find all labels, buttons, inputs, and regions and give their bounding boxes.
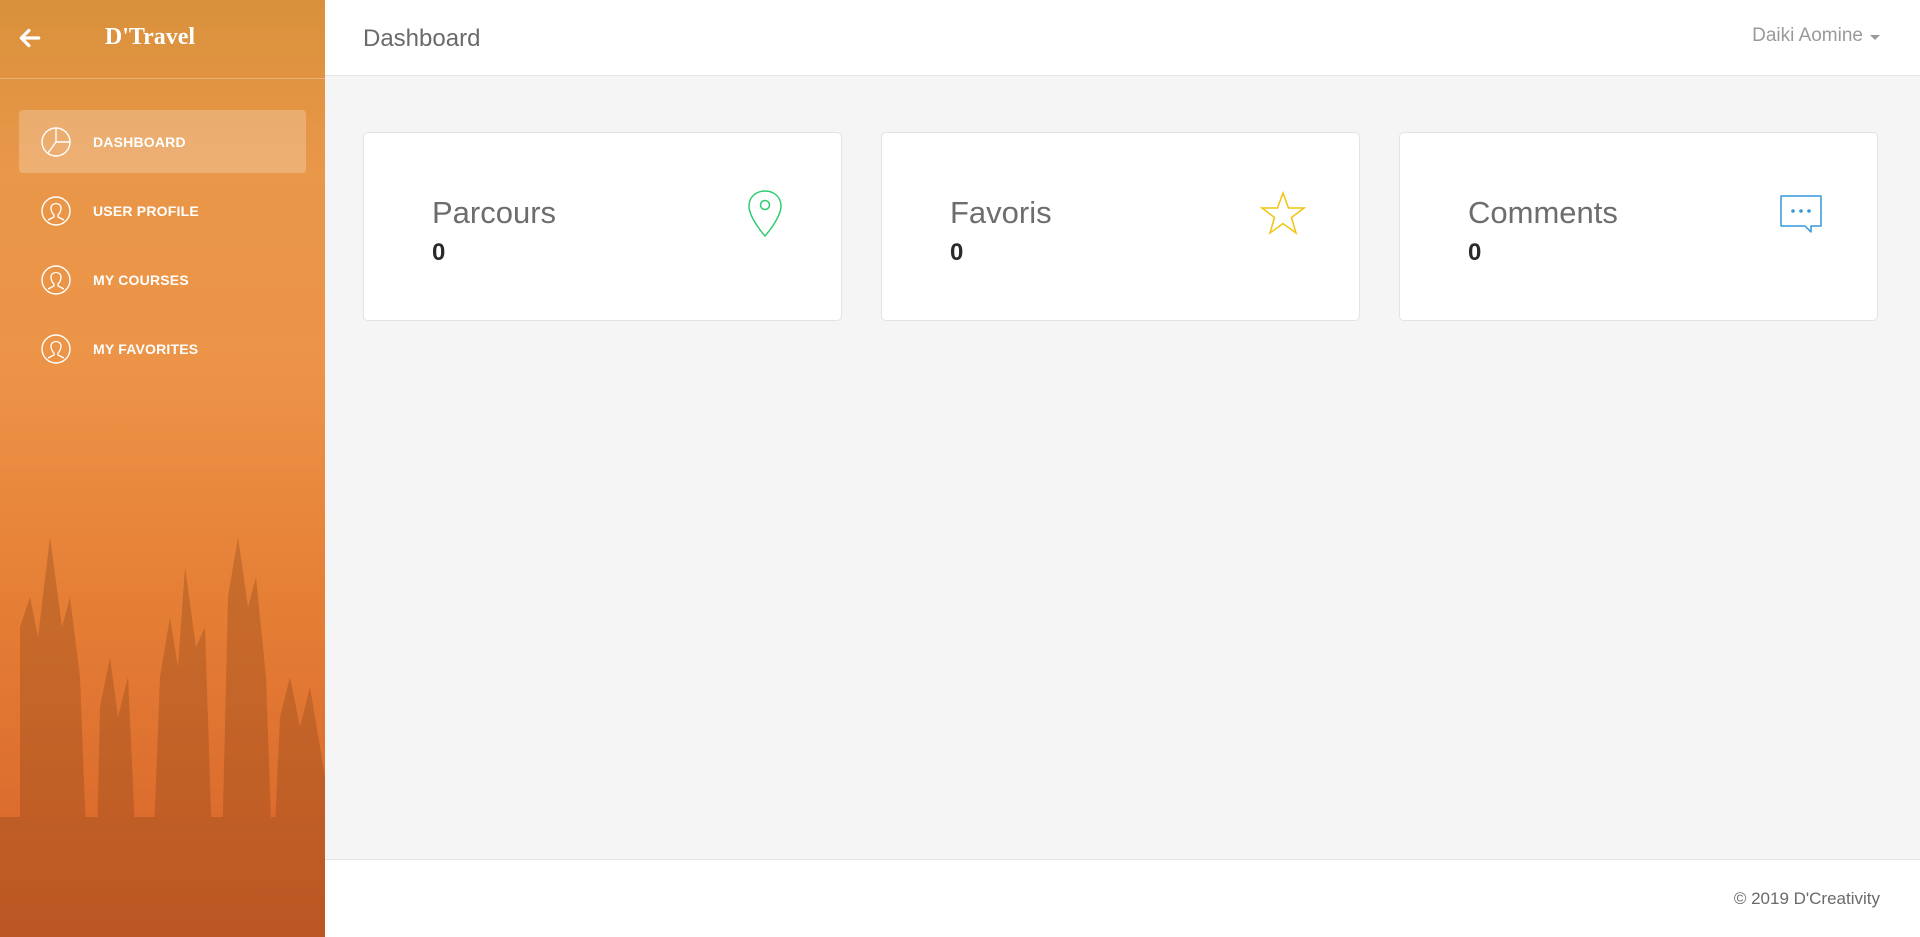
card-value: 0 [1468, 239, 1482, 266]
stat-card-favoris: Favoris 0 [881, 132, 1360, 321]
stats-cards: Parcours 0 Favoris 0 Comments 0 [363, 132, 1878, 321]
forest-background-image [0, 537, 325, 937]
card-title: Favoris [950, 195, 1052, 230]
sidebar-item-label: MY COURSES [93, 271, 189, 288]
sidebar-nav: DASHBOARD USER PROFILE MY COURSES MY FAV… [0, 110, 325, 380]
card-value: 0 [432, 239, 446, 266]
user-menu-dropdown[interactable]: Daiki Aomine [1752, 25, 1880, 47]
sidebar-item-label: DASHBOARD [93, 133, 186, 150]
main-panel: Dashboard Daiki Aomine Parcours 0 Favori… [325, 0, 1920, 937]
sidebar-header: D'Travel [0, 0, 325, 79]
card-title: Comments [1468, 195, 1618, 230]
pie-chart-icon [41, 126, 71, 157]
brand-title: D'Travel [104, 24, 196, 50]
stat-card-parcours: Parcours 0 [363, 132, 842, 321]
card-title: Parcours [432, 195, 557, 230]
stat-card-comments: Comments 0 [1399, 132, 1878, 321]
footer: © 2019 D'Creativity [325, 859, 1920, 937]
chevron-down-icon [1870, 34, 1880, 40]
sidebar-item-label: USER PROFILE [93, 202, 199, 219]
user-icon [41, 264, 71, 295]
sidebar-item-user-profile[interactable]: USER PROFILE [19, 179, 306, 242]
sidebar-item-my-courses[interactable]: MY COURSES [19, 248, 306, 311]
user-name: Daiki Aomine [1752, 25, 1863, 46]
star-icon [1259, 190, 1307, 235]
page-title: Dashboard [363, 25, 481, 52]
sidebar-item-label: MY FAVORITES [93, 340, 199, 357]
sidebar-item-my-favorites[interactable]: MY FAVORITES [19, 317, 306, 380]
copyright-text: © 2019 D'Creativity [1733, 889, 1880, 908]
user-icon [41, 333, 71, 364]
user-icon [41, 195, 71, 226]
app-window: D'Travel DASHBOARD USER PROFILE MY COURS… [0, 0, 1920, 937]
card-value: 0 [950, 239, 964, 266]
sidebar: D'Travel DASHBOARD USER PROFILE MY COURS… [0, 0, 325, 937]
top-navbar: Dashboard Daiki Aomine [325, 0, 1920, 76]
sidebar-item-dashboard[interactable]: DASHBOARD [19, 110, 306, 173]
chat-bubble-icon [1780, 195, 1822, 233]
map-pin-icon [748, 190, 782, 238]
